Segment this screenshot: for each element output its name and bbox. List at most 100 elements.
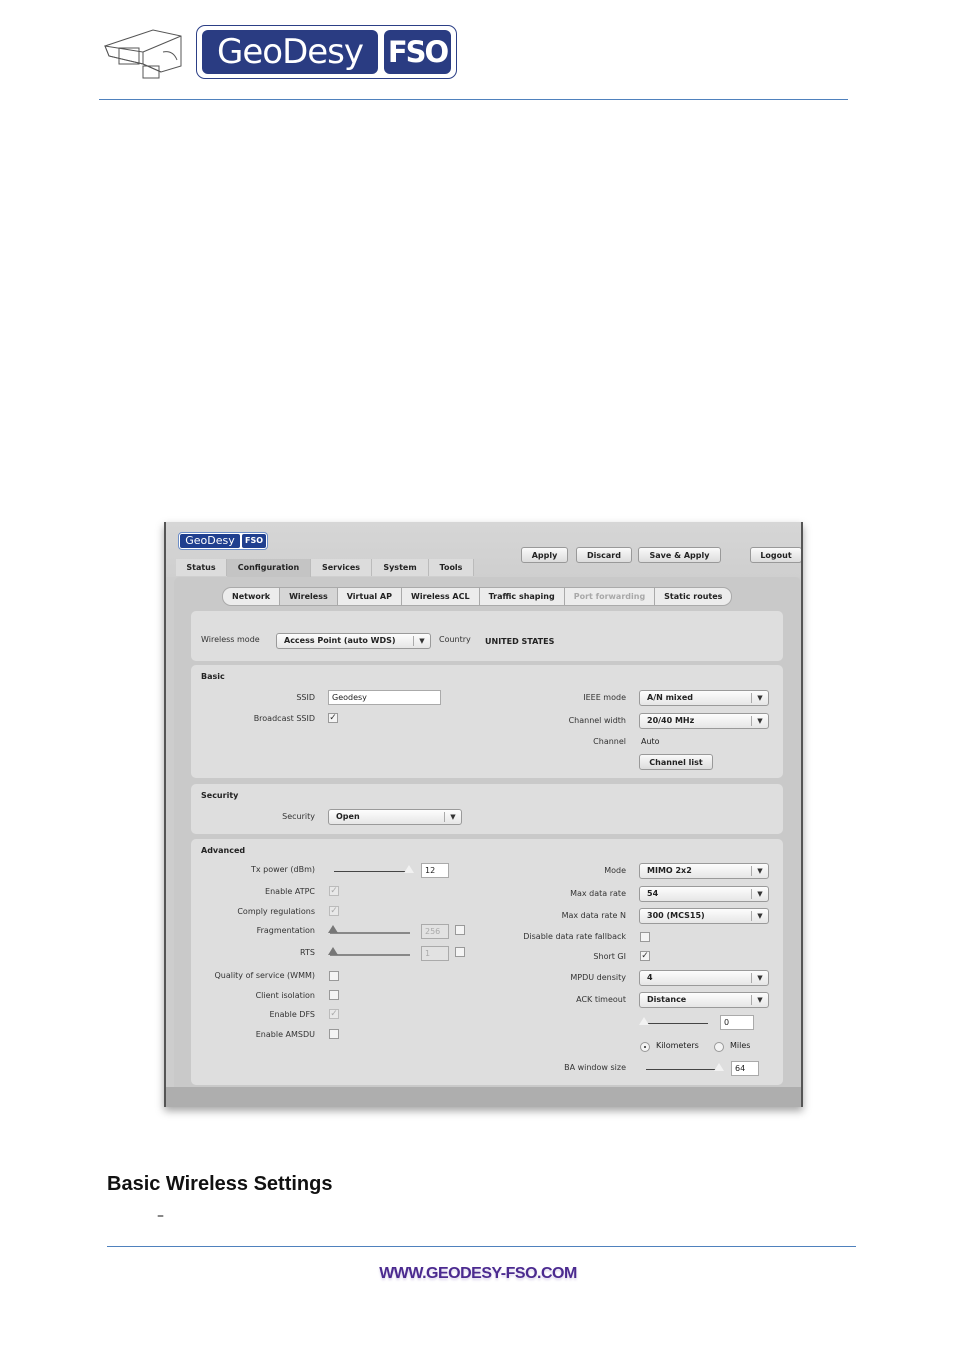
max-data-rate-n-value: 300 (MCS15) — [647, 911, 705, 920]
wireless-subtabs: Network Wireless Virtual AP Wireless ACL… — [222, 587, 733, 606]
subtab-static-routes[interactable]: Static routes — [655, 588, 731, 605]
subtab-network[interactable]: Network — [223, 588, 281, 605]
channel-value: Auto — [641, 737, 660, 746]
footer-divider — [107, 1246, 856, 1247]
tx-power-slider-handle[interactable] — [404, 865, 414, 873]
advanced-title: Advanced — [201, 846, 246, 855]
header-divider — [99, 99, 848, 100]
qos-checkbox[interactable] — [329, 971, 339, 981]
logout-button[interactable]: Logout — [750, 547, 801, 563]
apply-button[interactable]: Apply — [521, 547, 568, 563]
max-data-rate-select[interactable]: 54 ▼ — [639, 886, 769, 902]
tab-status[interactable]: Status — [176, 559, 227, 576]
fragmentation-label: Fragmentation — [256, 926, 315, 935]
logo-brand-text: GeoDesy — [202, 30, 378, 74]
fragmentation-slider-handle[interactable] — [328, 925, 338, 933]
enable-dfs-label: Enable DFS — [269, 1010, 316, 1019]
max-data-rate-label: Max data rate — [570, 889, 626, 898]
fragmentation-slider[interactable] — [330, 932, 410, 934]
chevron-down-icon: ▼ — [444, 812, 461, 822]
chevron-down-icon: ▼ — [413, 636, 430, 646]
enable-amsdu-checkbox[interactable] — [329, 1029, 339, 1039]
miles-radio[interactable] — [714, 1042, 724, 1052]
broadcast-ssid-label: Broadcast SSID — [253, 714, 315, 723]
rts-slider[interactable] — [330, 954, 410, 956]
client-isolation-checkbox[interactable] — [329, 990, 339, 1000]
wireless-mode-label: Wireless mode — [201, 635, 260, 644]
tx-power-slider[interactable] — [334, 871, 410, 872]
subtab-wireless-acl[interactable]: Wireless ACL — [402, 588, 480, 605]
chevron-down-icon: ▼ — [751, 889, 768, 899]
comply-regulations-checkbox[interactable]: ✓ — [329, 906, 339, 916]
subtab-virtual-ap[interactable]: Virtual AP — [338, 588, 402, 605]
channel-width-label: Channel width — [568, 716, 626, 725]
config-body: Network Wireless Virtual AP Wireless ACL… — [174, 577, 801, 1097]
ack-timeout-value: Distance — [647, 995, 687, 1004]
ba-window-slider[interactable] — [646, 1069, 721, 1070]
enable-dfs-checkbox[interactable]: ✓ — [329, 1009, 339, 1019]
fragmentation-enable-checkbox[interactable] — [455, 925, 465, 935]
ack-timeout-select[interactable]: Distance ▼ — [639, 992, 769, 1008]
ui-logo-suffix: FSO — [242, 534, 266, 548]
ieee-mode-label: IEEE mode — [583, 693, 626, 702]
fragmentation-input[interactable]: 256 — [421, 924, 449, 939]
country-label: Country — [439, 635, 471, 644]
wireless-mode-select[interactable]: Access Point (auto WDS) ▼ — [276, 633, 431, 649]
broadcast-ssid-checkbox[interactable]: ✓ — [328, 713, 338, 723]
fso-device-logo-icon — [104, 29, 182, 79]
security-select[interactable]: Open ▼ — [328, 809, 462, 825]
subtab-port-forwarding: Port forwarding — [565, 588, 656, 605]
ba-window-input[interactable]: 64 — [731, 1061, 759, 1076]
mode-value: MIMO 2x2 — [647, 866, 692, 875]
ieee-mode-select[interactable]: A/N mixed ▼ — [639, 690, 769, 706]
router-ui-screenshot: GeoDesy FSO Status Configuration Service… — [164, 522, 803, 1107]
tab-configuration[interactable]: Configuration — [227, 559, 311, 577]
ssid-label: SSID — [296, 693, 315, 702]
rts-input[interactable]: 1 — [421, 946, 449, 961]
channel-width-select[interactable]: 20/40 MHz ▼ — [639, 713, 769, 729]
tab-tools[interactable]: Tools — [429, 559, 474, 576]
short-gi-label: Short GI — [593, 952, 626, 961]
bullet-dash: – — [157, 1208, 164, 1224]
max-data-rate-n-label: Max data rate N — [561, 911, 626, 920]
mode-select[interactable]: MIMO 2x2 ▼ — [639, 863, 769, 879]
mpdu-density-select[interactable]: 4 ▼ — [639, 970, 769, 986]
tab-system[interactable]: System — [372, 559, 429, 576]
ui-top-bar: GeoDesy FSO Status Configuration Service… — [166, 522, 801, 577]
ssid-input[interactable]: Geodesy — [328, 690, 441, 705]
ui-logo-brand: GeoDesy — [180, 534, 240, 548]
subtab-wireless[interactable]: Wireless — [280, 588, 338, 605]
discard-button[interactable]: Discard — [576, 547, 632, 563]
logo-suffix-text: FSO — [384, 30, 451, 74]
rts-slider-handle[interactable] — [328, 947, 338, 955]
save-apply-button[interactable]: Save & Apply — [638, 547, 721, 563]
channel-list-button[interactable]: Channel list — [639, 754, 713, 770]
security-label: Security — [282, 812, 315, 821]
distance-slider[interactable] — [643, 1023, 708, 1024]
rts-enable-checkbox[interactable] — [455, 947, 465, 957]
max-data-rate-n-select[interactable]: 300 (MCS15) ▼ — [639, 908, 769, 924]
chevron-down-icon: ▼ — [751, 973, 768, 983]
tx-power-input[interactable]: 12 — [421, 863, 449, 878]
short-gi-checkbox[interactable]: ✓ — [640, 951, 650, 961]
geodesy-fso-logo: GeoDesy FSO — [196, 25, 457, 79]
enable-atpc-checkbox[interactable]: ✓ — [329, 886, 339, 896]
basic-title: Basic — [201, 672, 225, 681]
country-value: UNITED STATES — [485, 637, 555, 646]
disable-fallback-checkbox[interactable] — [640, 932, 650, 942]
comply-regulations-label: Comply regulations — [237, 907, 315, 916]
ba-window-slider-handle[interactable] — [714, 1063, 724, 1071]
miles-label: Miles — [730, 1041, 751, 1050]
footer-website-link[interactable]: WWW.GEODESY-FSO.COM — [372, 1265, 584, 1283]
mpdu-density-value: 4 — [647, 973, 653, 982]
channel-width-value: 20/40 MHz — [647, 716, 695, 725]
chevron-down-icon: ▼ — [751, 866, 768, 876]
kilometers-radio[interactable] — [640, 1042, 650, 1052]
rts-label: RTS — [300, 948, 315, 957]
mpdu-density-label: MPDU density — [570, 973, 626, 982]
subtab-traffic-shaping[interactable]: Traffic shaping — [480, 588, 565, 605]
client-isolation-label: Client isolation — [255, 991, 315, 1000]
tab-services[interactable]: Services — [311, 559, 372, 576]
distance-slider-handle[interactable] — [639, 1017, 649, 1025]
distance-input[interactable]: 0 — [720, 1015, 754, 1030]
